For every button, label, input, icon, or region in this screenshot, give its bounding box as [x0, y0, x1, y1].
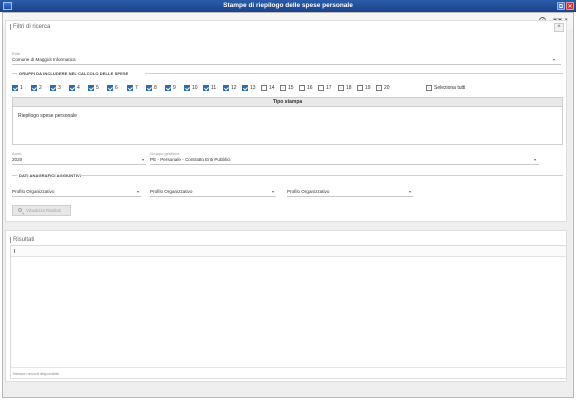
- checkbox-label: 5: [96, 85, 99, 91]
- checkbox-label: 11: [211, 85, 217, 91]
- checkbox-label: 7: [135, 85, 138, 91]
- visualizza-risultati-button[interactable]: Visualizza Risultati: [12, 205, 71, 216]
- checkbox-box[interactable]: [299, 85, 305, 91]
- chevron-down-icon[interactable]: ▾: [409, 189, 411, 194]
- checkbox-label: 3: [58, 85, 61, 91]
- checkbox-box[interactable]: [203, 85, 209, 91]
- checkbox-box[interactable]: [88, 85, 94, 91]
- checkbox-box[interactable]: [280, 85, 286, 91]
- checkbox-box[interactable]: [107, 85, 113, 91]
- checkbox-label: 19: [365, 85, 371, 91]
- ente-underline: [12, 64, 561, 65]
- chevron-down-icon[interactable]: ▾: [553, 57, 555, 62]
- checkbox-label: 4: [77, 85, 80, 91]
- checkbox-label: 6: [115, 85, 118, 91]
- results-grid: Nessun record disponibile.: [10, 245, 567, 379]
- anno-select[interactable]: 2020: [12, 157, 22, 162]
- gruppo-gestione-select[interactable]: PE - Personale - Contratto Enti Pubblici: [150, 157, 230, 162]
- checkbox-box[interactable]: [338, 85, 344, 91]
- section-divider: [78, 175, 563, 176]
- checkbox-box[interactable]: [376, 85, 382, 91]
- section-divider: [145, 73, 563, 74]
- chevron-down-icon[interactable]: ▾: [137, 189, 139, 194]
- chevron-down-icon[interactable]: ▾: [272, 189, 274, 194]
- section-divider: [12, 175, 17, 176]
- window-title: Stampe di riepilogo delle spese personal…: [223, 2, 353, 9]
- anno-label: Anno: [12, 151, 22, 156]
- visualizza-risultati-label: Visualizza Risultati: [26, 208, 61, 213]
- seleziona-tutti-label: Seleziona tutti: [434, 85, 466, 91]
- section-divider: [12, 73, 17, 74]
- gruppo-gestione-underline: [150, 164, 539, 165]
- column-resize-handle[interactable]: [14, 249, 15, 253]
- checkbox-label: 17: [326, 85, 332, 91]
- profilo-select-3[interactable]: Profilo Organizzativo: [287, 189, 329, 194]
- profilo-select-2[interactable]: Profilo Organizzativo: [150, 189, 192, 194]
- tipo-stampa-option[interactable]: Riepilogo spese personale: [18, 113, 77, 119]
- checkbox-box[interactable]: [31, 85, 37, 91]
- checkbox-box[interactable]: [318, 85, 324, 91]
- filters-panel-title: Filtri di ricerca: [10, 24, 50, 30]
- profilo-underline-3: [287, 196, 413, 197]
- checkbox-box[interactable]: [69, 85, 75, 91]
- checkbox-label: 10: [192, 85, 198, 91]
- results-grid-footer: Nessun record disponibile.: [11, 367, 566, 378]
- checkbox-box[interactable]: [165, 85, 171, 91]
- checkbox-box[interactable]: [146, 85, 152, 91]
- close-window-button[interactable]: ✕: [566, 2, 574, 10]
- checkbox-box[interactable]: [357, 85, 363, 91]
- checkbox-label: 16: [307, 85, 313, 91]
- checkbox-box[interactable]: [184, 85, 190, 91]
- checkbox-label: 20: [384, 85, 390, 91]
- search-icon: [18, 208, 22, 212]
- gruppo-gestione-label: Gruppo gestione: [150, 151, 180, 156]
- ente-select[interactable]: Comune di Maggiol Informatica: [12, 57, 76, 62]
- checkbox-label: 13: [250, 85, 256, 91]
- checkbox-label: 9: [173, 85, 176, 91]
- checkbox-box[interactable]: [127, 85, 133, 91]
- profilo-underline-1: [12, 196, 141, 197]
- checkbox-box[interactable]: [426, 85, 432, 91]
- checkbox-box[interactable]: [50, 85, 56, 91]
- checkbox-label: 12: [231, 85, 237, 91]
- checkbox-label: 14: [269, 85, 275, 91]
- tipo-stampa-header: Tipo stampa: [13, 98, 562, 107]
- results-panel-title: Risultati: [10, 237, 34, 243]
- checkbox-box[interactable]: [223, 85, 229, 91]
- checkbox-box[interactable]: [261, 85, 267, 91]
- checkbox-label: 2: [39, 85, 42, 91]
- dati-section-title: DATI ANAGRAFICI AGGIUNTIVI: [19, 173, 82, 178]
- chevron-down-icon[interactable]: ▾: [534, 157, 536, 162]
- profilo-underline-2: [150, 196, 276, 197]
- checkbox-box[interactable]: [242, 85, 248, 91]
- checkbox-label: 18: [346, 85, 352, 91]
- tipo-stampa-grid: Tipo stampa Riepilogo spese personale: [12, 97, 563, 145]
- checkbox-label: 15: [288, 85, 294, 91]
- empty-results-text: Nessun record disponibile.: [13, 371, 61, 376]
- collapse-filters-button[interactable]: ^: [554, 23, 564, 32]
- profilo-select-1[interactable]: Profilo Organizzativo: [12, 189, 54, 194]
- ente-label: Ente: [12, 51, 21, 56]
- checkbox-box[interactable]: [12, 85, 18, 91]
- gruppi-section-title: GRUPPI DA INCLUDERE NEL CALCOLO DELLE SP…: [19, 71, 129, 76]
- checkbox-label: 8: [154, 85, 157, 91]
- anno-underline: [12, 164, 146, 165]
- restore-window-button[interactable]: ⧉: [557, 2, 565, 10]
- chevron-down-icon[interactable]: ▾: [142, 157, 144, 162]
- results-grid-header: [11, 246, 566, 257]
- window-titlebar: Stampe di riepilogo delle spese personal…: [0, 0, 576, 12]
- checkbox-label: 1: [20, 85, 23, 91]
